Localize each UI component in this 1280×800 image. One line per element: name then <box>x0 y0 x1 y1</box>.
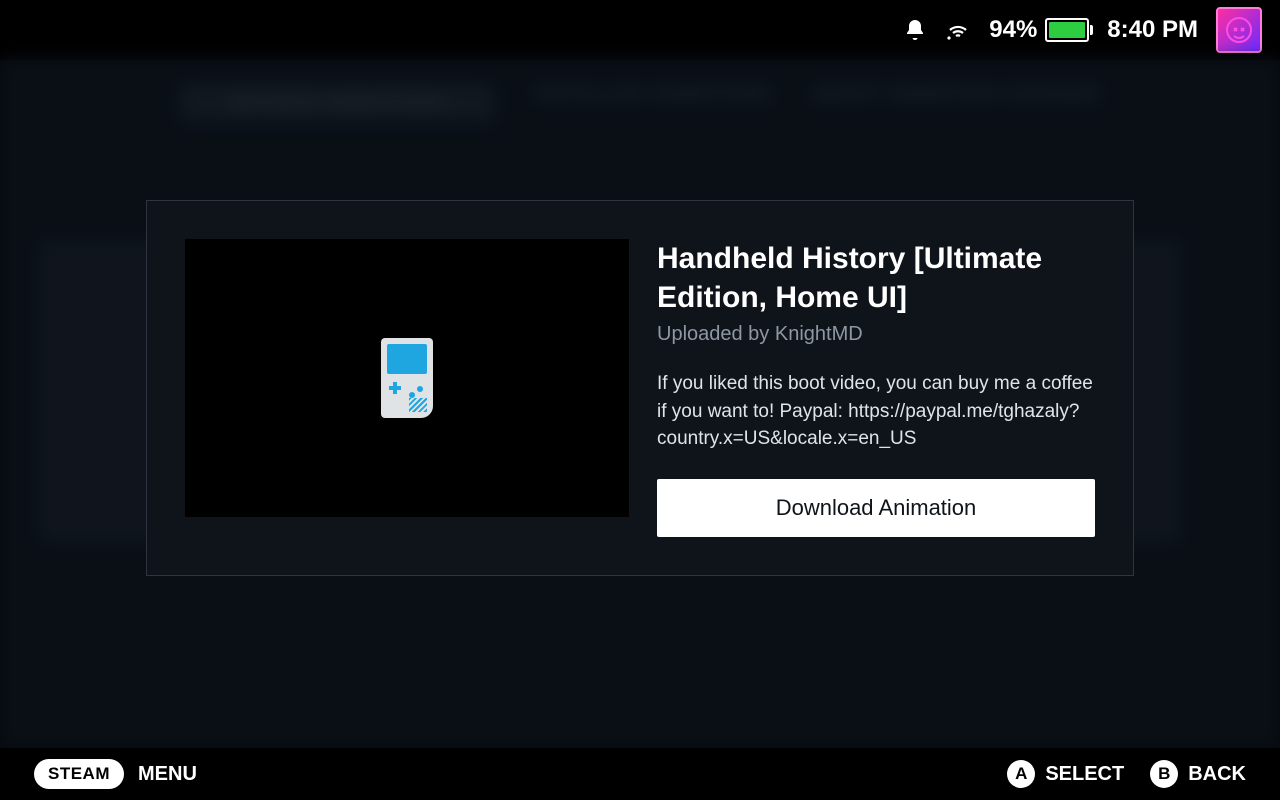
animation-title: Handheld History [Ultimate Edition, Home… <box>657 239 1095 317</box>
battery-icon <box>1045 18 1089 42</box>
gameboy-icon <box>381 338 433 418</box>
download-button[interactable]: Download Animation <box>657 479 1095 537</box>
modal-overlay: Handheld History [Ultimate Edition, Home… <box>0 60 1280 748</box>
animation-details: Handheld History [Ultimate Edition, Home… <box>657 239 1095 537</box>
bell-icon[interactable] <box>903 18 927 42</box>
footer-bar: STEAM MENU A SELECT B BACK <box>0 748 1280 800</box>
a-button-hint: A SELECT <box>1007 760 1124 788</box>
footer-left: STEAM MENU <box>34 759 197 789</box>
a-label: SELECT <box>1045 763 1124 786</box>
battery-percent: 94% <box>989 16 1037 44</box>
wifi-icon <box>945 18 971 42</box>
steam-button[interactable]: STEAM <box>34 759 124 789</box>
avatar[interactable] <box>1216 7 1262 53</box>
battery-status: 94% <box>989 16 1089 44</box>
uploaded-by: Uploaded by KnightMD <box>657 323 1095 346</box>
menu-label: MENU <box>138 763 197 786</box>
animation-description: If you liked this boot video, you can bu… <box>657 370 1095 453</box>
footer-right: A SELECT B BACK <box>1007 760 1246 788</box>
animation-preview <box>185 239 629 517</box>
b-glyph-icon: B <box>1150 760 1178 788</box>
status-bar: 94% 8:40 PM <box>0 0 1280 60</box>
clock: 8:40 PM <box>1107 16 1198 44</box>
animation-detail-modal: Handheld History [Ultimate Edition, Home… <box>146 200 1134 576</box>
b-button-hint: B BACK <box>1150 760 1246 788</box>
a-glyph-icon: A <box>1007 760 1035 788</box>
b-label: BACK <box>1188 763 1246 786</box>
